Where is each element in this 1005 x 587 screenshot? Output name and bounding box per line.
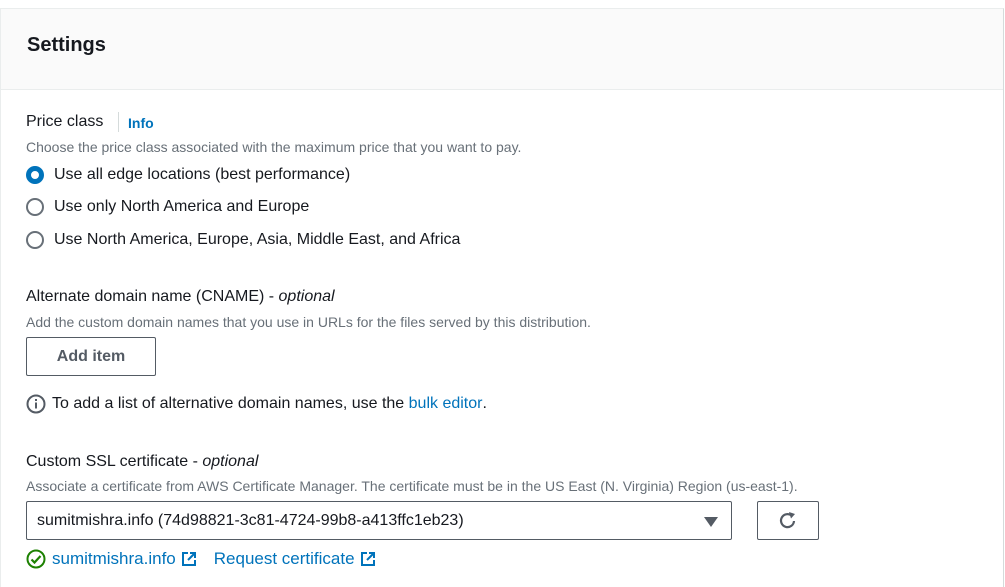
ssl-certificate-select[interactable]: sumitmishra.info (74d98821-3c81-4724-99b… xyxy=(26,501,732,540)
radio-na-europe-asia-me-africa[interactable]: Use North America, Europe, Asia, Middle … xyxy=(26,228,460,252)
price-class-info-link[interactable]: Info xyxy=(128,115,154,131)
radio-all-edge-locations[interactable]: Use all edge locations (best performance… xyxy=(26,163,350,187)
radio-label: Use North America, Europe, Asia, Middle … xyxy=(54,231,461,248)
panel-title: Settings xyxy=(27,34,106,56)
refresh-icon xyxy=(779,511,796,528)
external-link-icon[interactable] xyxy=(180,550,198,568)
price-class-label: Price class xyxy=(26,113,104,130)
refresh-button[interactable] xyxy=(757,501,819,540)
radio-selected-icon[interactable] xyxy=(26,166,44,184)
cname-label: Alternate domain name (CNAME) - optional xyxy=(26,288,335,306)
certificate-links: sumitmishra.info Request certificate xyxy=(26,548,377,570)
radio-label: Use only North America and Europe xyxy=(54,198,310,215)
hint-period: . xyxy=(482,395,487,412)
external-link-icon[interactable] xyxy=(359,550,377,568)
label-divider xyxy=(118,112,119,132)
cname-description: Add the custom domain names that you use… xyxy=(26,314,591,330)
optional-tag: optional xyxy=(278,288,335,305)
radio-label: Use all edge locations (best performance… xyxy=(54,166,351,183)
bulk-editor-link[interactable]: bulk editor xyxy=(409,395,483,413)
panel-header: Settings xyxy=(1,9,1003,90)
info-icon xyxy=(26,394,46,414)
hint-text: To add a list of alternative domain name… xyxy=(52,395,405,412)
radio-na-europe[interactable]: Use only North America and Europe xyxy=(26,195,309,219)
ssl-label: Custom SSL certificate - optional xyxy=(26,453,258,471)
radio-unselected-icon[interactable] xyxy=(26,231,44,249)
ssl-label-text: Custom SSL certificate - xyxy=(26,453,203,470)
ssl-description: Associate a certificate from AWS Certifi… xyxy=(26,478,798,494)
request-certificate-link[interactable]: Request certificate xyxy=(214,549,355,569)
cname-label-text: Alternate domain name (CNAME) - xyxy=(26,288,279,305)
price-class-description: Choose the price class associated with t… xyxy=(26,139,522,155)
success-check-icon xyxy=(26,549,46,569)
add-item-button[interactable]: Add item xyxy=(26,337,156,376)
certificate-domain-link[interactable]: sumitmishra.info xyxy=(52,549,176,569)
select-value: sumitmishra.info (74d98821-3c81-4724-99b… xyxy=(37,512,464,529)
caret-down-icon xyxy=(704,517,718,527)
bulk-editor-hint: To add a list of alternative domain name… xyxy=(26,393,487,415)
radio-unselected-icon[interactable] xyxy=(26,198,44,216)
optional-tag: optional xyxy=(202,453,259,470)
